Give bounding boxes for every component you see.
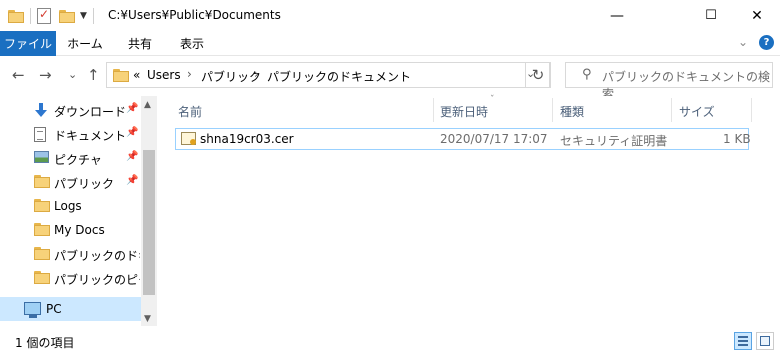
properties-icon[interactable]: [37, 7, 51, 24]
column-divider[interactable]: [552, 98, 553, 122]
ribbon-tabs: ファイル ホーム 共有 表示 ⌄ ?: [0, 31, 780, 56]
breadcrumb-overflow[interactable]: «: [133, 68, 140, 82]
sidebar-item-label: パブリックのドキュメント: [54, 249, 140, 263]
sidebar-item-logs[interactable]: Logs: [0, 194, 140, 218]
pin-icon: 📌: [126, 175, 139, 186]
address-bar[interactable]: « Users › パブリック › パブリックのドキュメント ⌄: [106, 62, 550, 88]
column-divider[interactable]: [433, 98, 434, 122]
recent-locations-icon[interactable]: ⌄: [68, 68, 77, 81]
sidebar-item-label: パブリックのピクチャ: [54, 273, 140, 287]
window-title: C:¥Users¥Public¥Documents: [108, 8, 281, 22]
sidebar-item-documents[interactable]: ドキュメント 📌: [0, 122, 140, 146]
help-icon[interactable]: ?: [759, 35, 774, 50]
sort-indicator-icon: ˇ: [490, 95, 495, 105]
folder-icon: [8, 9, 24, 23]
toolbar-divider: [92, 8, 94, 24]
item-count: 1 個の項目: [15, 336, 75, 350]
breadcrumb-users[interactable]: Users: [147, 68, 181, 82]
breadcrumb-public[interactable]: パブリック: [201, 68, 261, 85]
scroll-up-icon[interactable]: ▲: [144, 100, 151, 110]
pin-icon: 📌: [126, 151, 139, 162]
sidebar-scrollbar[interactable]: ▲ ▼: [141, 96, 157, 326]
breadcrumb-separator[interactable]: ›: [187, 67, 192, 81]
scroll-down-icon[interactable]: ▼: [144, 314, 151, 324]
certificate-icon: [181, 132, 196, 145]
folder-icon: [113, 69, 129, 82]
column-header-size[interactable]: サイズ: [679, 96, 715, 124]
pictures-icon: [34, 151, 49, 163]
status-bar: 1 個の項目: [0, 326, 780, 354]
column-header-type[interactable]: 種類: [560, 96, 584, 124]
customize-toolbar-icon[interactable]: ▼: [80, 11, 87, 21]
tab-share[interactable]: 共有: [114, 31, 166, 56]
close-button[interactable]: ✕: [734, 0, 780, 31]
sidebar-item-public-documents[interactable]: パブリックのドキュメント: [0, 242, 140, 266]
sidebar-item-pc[interactable]: PC: [0, 297, 141, 321]
navigation-pane: ダウンロード 📌 ドキュメント 📌 ピクチャ 📌 パブリック 📌 Logs My…: [0, 96, 157, 326]
sidebar-item-label: Logs: [54, 199, 82, 213]
file-modified: 2020/07/17 17:07: [440, 132, 548, 146]
details-view-button[interactable]: [734, 332, 752, 350]
folder-icon: [34, 199, 50, 212]
quick-access-toolbar: ▼: [8, 6, 100, 26]
column-header-modified[interactable]: 更新日時: [440, 96, 488, 124]
tab-file[interactable]: ファイル: [0, 31, 56, 56]
download-icon: [34, 103, 48, 118]
folder-icon: [34, 223, 50, 236]
toolbar-divider: [30, 8, 31, 24]
breadcrumb-separator[interactable]: ›: [254, 67, 259, 81]
minimize-button[interactable]: —: [594, 0, 640, 31]
sidebar-item-public-pictures[interactable]: パブリックのピクチャ: [0, 266, 140, 290]
sidebar-item-label: PC: [46, 302, 62, 316]
forward-icon[interactable]: →: [39, 66, 52, 84]
pc-icon: [24, 302, 41, 318]
search-icon: ⚲: [582, 67, 592, 82]
pin-icon: 📌: [126, 103, 139, 114]
column-divider[interactable]: [671, 98, 672, 122]
pin-icon: 📌: [126, 127, 139, 138]
file-list: 名前 ˇ 更新日時 種類 サイズ shna19cr03.cer 2020/07/…: [160, 95, 780, 326]
documents-icon: [34, 127, 46, 142]
sidebar-item-pictures[interactable]: ピクチャ 📌: [0, 146, 140, 170]
column-header-name[interactable]: 名前: [178, 96, 202, 124]
sidebar-item-downloads[interactable]: ダウンロード 📌: [0, 98, 140, 122]
folder-icon: [34, 247, 50, 260]
large-icons-view-button[interactable]: [756, 332, 774, 350]
sidebar-item-label: My Docs: [54, 223, 105, 237]
sidebar-item-my-docs[interactable]: My Docs: [0, 218, 140, 242]
refresh-button[interactable]: ↻: [525, 62, 551, 88]
file-type: セキュリティ証明書: [560, 134, 668, 148]
breadcrumb-public-documents[interactable]: パブリックのドキュメント: [267, 68, 411, 85]
search-box[interactable]: ⚲ パブリックのドキュメントの検索: [565, 62, 773, 101]
tab-home[interactable]: ホーム: [56, 31, 114, 56]
maximize-button[interactable]: ☐: [688, 0, 734, 31]
sidebar-item-public[interactable]: パブリック 📌: [0, 170, 140, 194]
address-toolbar: ← → ⌄ ↑ « Users › パブリック › パブリックのドキュメント ⌄…: [0, 56, 780, 101]
scrollbar-thumb[interactable]: [143, 150, 155, 295]
column-divider[interactable]: [751, 98, 752, 122]
file-name: shna19cr03.cer: [200, 132, 294, 146]
back-icon[interactable]: ←: [12, 66, 25, 84]
file-size: 1 KB: [723, 132, 751, 146]
folder-icon: [34, 271, 50, 284]
title-bar: ▼ C:¥Users¥Public¥Documents — ☐ ✕: [0, 0, 780, 31]
new-folder-icon[interactable]: [59, 9, 75, 23]
table-row[interactable]: shna19cr03.cer 2020/07/17 17:07 セキュリティ証明…: [175, 128, 751, 150]
expand-ribbon-icon[interactable]: ⌄: [738, 35, 748, 49]
up-icon[interactable]: ↑: [87, 66, 100, 84]
folder-icon: [34, 175, 50, 188]
tab-view[interactable]: 表示: [166, 31, 218, 56]
